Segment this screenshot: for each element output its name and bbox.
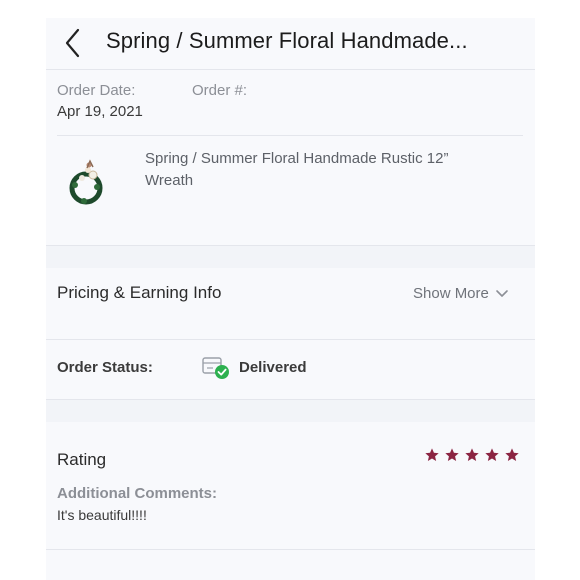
pricing-section-title: Pricing & Earning Info xyxy=(57,283,222,302)
order-status-label: Order Status: xyxy=(57,359,153,376)
show-more-label: Show More xyxy=(413,285,489,302)
order-date-value: Apr 19, 2021 xyxy=(57,103,143,120)
order-date-label: Order Date: xyxy=(57,82,136,99)
delivered-box-icon xyxy=(201,355,231,381)
star-icon xyxy=(505,448,519,461)
pricing-divider xyxy=(46,339,535,340)
comments-label: Additional Comments: xyxy=(57,485,217,502)
rating-title: Rating xyxy=(57,450,107,469)
star-icon xyxy=(425,448,439,461)
star-icon xyxy=(485,448,499,461)
product-thumbnail[interactable] xyxy=(66,158,110,206)
section-gap-2 xyxy=(46,400,535,422)
comments-value: It's beautiful!!!! xyxy=(57,507,147,523)
page-title: Spring / Summer Floral Handmade... xyxy=(106,28,468,53)
order-status-value: Delivered xyxy=(239,359,307,376)
chevron-left-icon xyxy=(65,28,80,58)
product-title[interactable]: Spring / Summer Floral Handmade Rustic 1… xyxy=(145,148,485,192)
chevron-down-icon xyxy=(496,289,508,297)
show-more-button[interactable]: Show More xyxy=(413,285,509,302)
wreath-icon xyxy=(69,159,103,205)
order-number-label: Order #: xyxy=(192,82,248,99)
header-bar: Spring / Summer Floral Handmade... xyxy=(46,18,535,70)
section-gap xyxy=(46,246,535,268)
star-icon xyxy=(465,448,479,461)
rating-stars xyxy=(424,447,520,463)
rating-divider xyxy=(46,549,535,550)
header-divider xyxy=(46,69,535,70)
star-icon xyxy=(445,448,459,461)
order-details-panel: Spring / Summer Floral Handmade... Order… xyxy=(46,18,535,580)
back-button[interactable] xyxy=(58,26,88,60)
order-info-divider xyxy=(57,135,523,136)
